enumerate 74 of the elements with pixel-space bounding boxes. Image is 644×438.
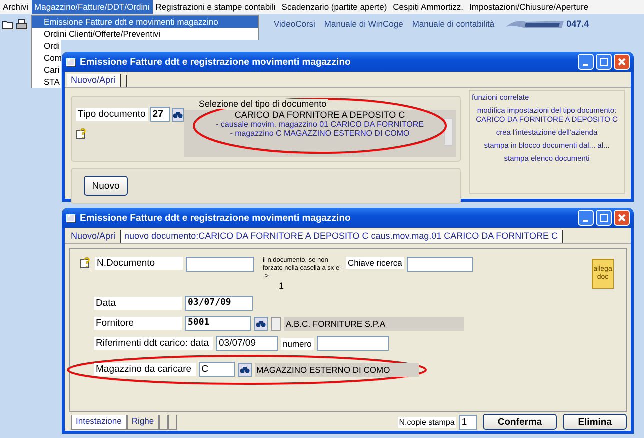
section-heading: Selezione del tipo di documento xyxy=(198,99,328,109)
next-number-value: 1 xyxy=(279,281,286,291)
field-label: Fornitore xyxy=(94,317,182,330)
printer-icon[interactable] xyxy=(16,18,28,30)
toolbar-link[interactable]: Manuale di WinCoge xyxy=(324,19,404,29)
menu-item[interactable]: Cari xyxy=(31,64,61,76)
toolbar-link[interactable]: VideoCorsi xyxy=(274,19,316,29)
close-button[interactable] xyxy=(614,210,630,226)
menu-item[interactable]: Cespiti Ammortizz. xyxy=(390,0,467,14)
tab[interactable]: Nuovo/Apri xyxy=(67,74,121,87)
binoculars-icon xyxy=(256,320,266,328)
minimize-button[interactable] xyxy=(578,210,594,226)
binoculars-icon xyxy=(173,110,183,118)
input-field[interactable]: 1 xyxy=(458,414,477,430)
input-field[interactable]: 5001 xyxy=(185,316,251,331)
menu-item[interactable]: Scadenzario (partite aperte) xyxy=(278,0,390,14)
tab[interactable]: nuovo documento:CARICO DA FORNITORE A DEPOSITO C caus.mov.mag.01 CARICO DA FORNITORE C xyxy=(120,230,563,243)
document-type-title: CARICO DA FORNITORE A DEPOSITO C xyxy=(234,110,406,120)
swoosh-logo-icon xyxy=(506,19,564,29)
menu-item[interactable]: Emissione Fatture ddt e movimenti magazzino xyxy=(31,15,259,28)
input-field[interactable]: 27 xyxy=(150,107,170,122)
field-label: Chiave ricerca xyxy=(346,257,404,269)
supplier-name: A.B.C. FORNITURE S.P.A xyxy=(284,316,464,330)
field-label: numero xyxy=(281,338,314,350)
maximize-button[interactable] xyxy=(596,210,612,226)
menu-item[interactable]: Ordini Clienti/Offerte/Preventivi xyxy=(31,28,259,40)
help-note-icon[interactable] xyxy=(80,257,92,269)
menu-item[interactable]: Com xyxy=(31,52,61,64)
maximize-icon xyxy=(600,58,608,66)
close-icon xyxy=(618,214,626,222)
field-label: Tipo documento xyxy=(76,108,148,121)
input-field[interactable]: 03/07/09 xyxy=(185,296,253,311)
maximize-button[interactable] xyxy=(596,54,612,70)
binoculars-button[interactable] xyxy=(238,362,252,376)
binoculars-button[interactable] xyxy=(254,316,268,330)
help-note-icon[interactable] xyxy=(76,128,88,140)
menu-item[interactable]: Impostazioni/Chiusure/Aperture xyxy=(466,0,592,14)
folder-icon[interactable] xyxy=(2,18,14,30)
menu-item[interactable]: STA xyxy=(31,76,61,88)
new-button[interactable]: Nuovo xyxy=(84,176,128,196)
maximize-icon xyxy=(600,214,608,222)
action-button[interactable]: Elimina xyxy=(563,414,627,430)
menu-item[interactable]: Registrazioni e stampe contabili xyxy=(152,0,279,14)
binoculars-button[interactable] xyxy=(172,108,184,122)
input-field[interactable]: C xyxy=(198,362,235,377)
warehouse-name: MAGAZZINO ESTERNO DI COMO xyxy=(254,362,419,376)
document-type-detail: - causale movim. magazzino 01 CARICO DA FORNITORE xyxy=(216,120,424,129)
menu-item[interactable]: Archivi xyxy=(0,0,32,14)
close-icon xyxy=(618,58,626,66)
field-label: Data xyxy=(94,297,182,310)
minimize-button[interactable] xyxy=(578,54,594,70)
tab[interactable]: Righe xyxy=(126,414,160,430)
version-label: 047.4 xyxy=(566,19,590,29)
input-field[interactable]: 03/07/09 xyxy=(216,336,278,351)
menu-item[interactable]: Ordi xyxy=(31,40,61,52)
action-button[interactable]: Conferma xyxy=(482,414,558,430)
toolbar-link[interactable]: Manuale di contabilità xyxy=(412,19,495,29)
field-label: Magazzino da caricare xyxy=(94,363,196,376)
field-label: N.copie stampa xyxy=(398,416,456,428)
tab[interactable]: Intestazione xyxy=(71,414,127,430)
window-title: Emissione Fatture ddt e registrazione movimenti magazzino xyxy=(80,56,351,68)
app-icon xyxy=(66,213,76,223)
input-field[interactable] xyxy=(316,336,389,351)
field-label: N.Documento xyxy=(95,257,183,270)
window-title: Emissione Fatture ddt e registrazione movimenti magazzino xyxy=(80,212,351,224)
scrollbar[interactable] xyxy=(444,118,453,146)
menu-item[interactable]: Magazzino/Fatture/DDT/Ordini xyxy=(32,0,153,14)
input-field[interactable] xyxy=(186,257,254,272)
field-label: Riferimenti ddt carico: data xyxy=(94,337,213,350)
app-icon xyxy=(66,57,76,67)
document-type-detail: - magazzino C MAGAZZINO ESTERNO DI COMO xyxy=(230,129,410,138)
input-field[interactable] xyxy=(407,257,474,272)
close-button[interactable] xyxy=(614,54,630,70)
binoculars-icon xyxy=(240,366,250,374)
